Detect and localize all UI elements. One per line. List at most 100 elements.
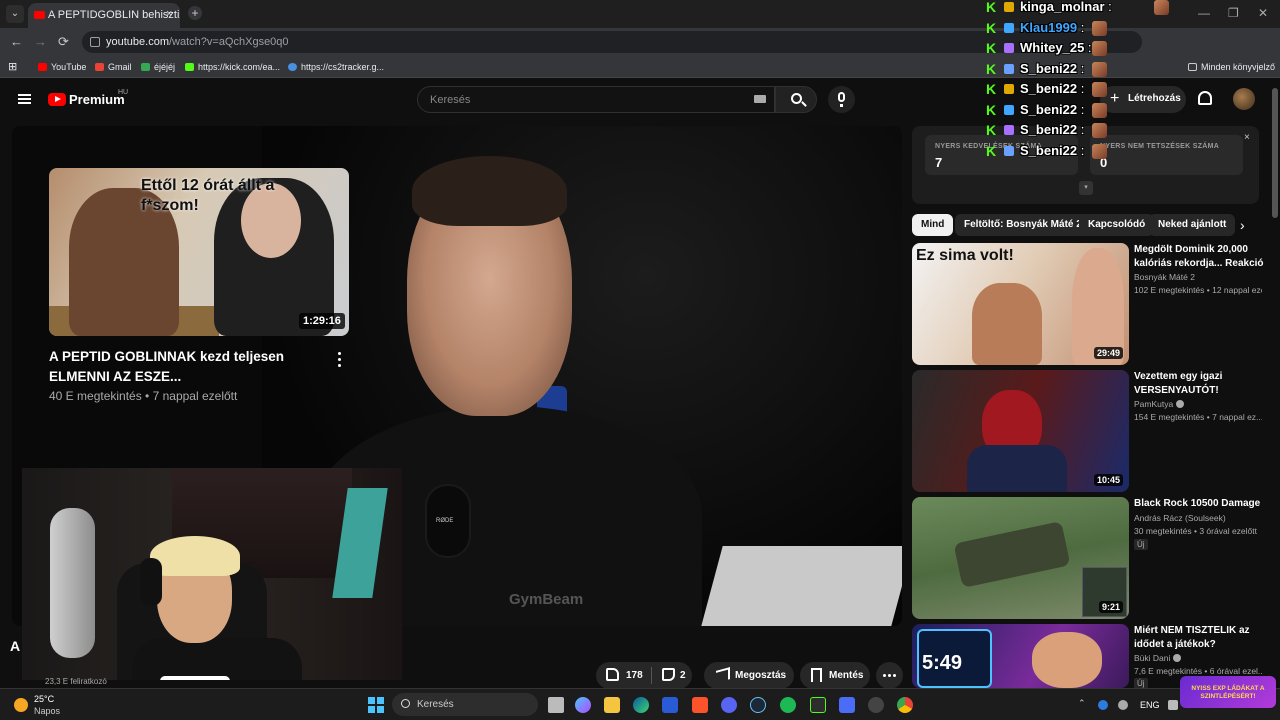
settings-gear-icon[interactable] [868,697,884,713]
bookmark-icon [811,668,822,682]
video-thumbnail[interactable]: 9:21 [912,497,1129,619]
chrome-icon[interactable] [897,697,913,713]
channel-name[interactable]: PamKutya [1134,399,1185,409]
chip-uploader[interactable]: Feltöltő: Bosnyák Máté 2 [955,214,1091,236]
new-tab-button[interactable]: + [188,6,202,20]
input-language[interactable]: ENG [1140,700,1160,710]
promo-banner[interactable]: NYISS EXP LÁDÁKAT A SZINTLÉPÉSÉRT! [1180,676,1276,708]
mic-tray-icon[interactable] [1118,700,1128,710]
app-icon[interactable] [839,697,855,713]
video-thumbnail[interactable]: 10:45 [912,370,1129,492]
tab-search-button[interactable]: ⌄ [6,5,24,23]
recommended-video[interactable]: 10:45 Vezettem egy igazi VERSENYAUTÓT! P… [912,370,1272,492]
end-screen-video-title[interactable]: A PEPTID GOBLINNAK kezd teljesen ELMENNI… [49,347,309,387]
like-count[interactable]: 178 [626,670,643,681]
video-thumbnail[interactable]: 5:49 [912,624,1129,688]
chat-emote [1154,0,1169,15]
spotify-icon[interactable] [780,697,796,713]
end-screen-video-thumbnail[interactable]: Ettől 12 órát állt a f*szom! [49,168,349,336]
page-scrollbar[interactable] [1272,88,1278,218]
bookmark-ejejej[interactable]: éjéjéj [141,62,175,72]
streamer-webcam [22,468,402,680]
file-explorer-icon[interactable] [604,697,620,713]
chevron-right-icon[interactable]: › [1240,217,1245,233]
address-bar[interactable]: youtube.com/watch?v=aQchXgse0q0 [82,31,1142,53]
active-tab[interactable]: A PEPTIDGOBLIN behisztizett R [28,3,180,28]
site-info-icon[interactable] [90,37,100,47]
onedrive-icon[interactable] [1098,700,1108,710]
chat-username: S_beni22 : [1020,60,1085,76]
weather-temperature[interactable]: 25°C [34,694,54,704]
more-actions-button[interactable] [876,662,903,689]
all-bookmarks[interactable]: Minden könyvjelző [1188,62,1275,72]
reload-button[interactable]: ⟳ [58,34,69,50]
close-icon[interactable]: × [1244,132,1250,143]
channel-name[interactable]: Bosnyák Máté 2 [1134,272,1195,282]
edge-icon[interactable] [633,697,649,713]
like-dislike-group: 178 2 [596,662,692,689]
youtube-logo-icon[interactable] [48,93,66,106]
windows-start-icon[interactable] [368,697,384,713]
chat-emote [1092,82,1107,97]
recommended-video[interactable]: Ez sima volt! 29:49 Megdölt Dominik 20,0… [912,243,1272,365]
chevron-up-icon[interactable]: ⌃ [1078,698,1088,708]
video-title[interactable]: Black Rock 10500 Damage [1134,497,1264,511]
search-button[interactable] [775,86,817,113]
chat-username: kinga_molnar : [1020,0,1112,14]
sun-icon[interactable] [14,698,28,712]
task-view-icon[interactable] [548,697,564,713]
more-options-icon[interactable] [332,352,346,370]
obs-icon[interactable] [810,697,826,713]
bookmark-kick[interactable]: https://kick.com/ea... [185,62,280,72]
back-button[interactable]: ← [10,34,23,49]
kick-icon: K [986,122,997,138]
chat-emote [1092,61,1107,77]
chip-related[interactable]: Kapcsolódó [1079,214,1155,236]
display-icon[interactable] [1168,700,1178,710]
recommended-video[interactable]: 9:21 Black Rock 10500 Damage András Rácz… [912,497,1272,619]
channel-name[interactable]: András Rácz (Soulseek) [1134,513,1226,523]
account-avatar[interactable] [1233,88,1255,110]
menu-icon[interactable] [18,94,31,104]
chevron-down-icon[interactable]: ▾ [1079,181,1093,195]
dislike-count[interactable]: 2 [680,670,686,681]
chip-all[interactable]: Mind [912,214,954,236]
minimize-button[interactable]: — [1198,6,1210,20]
bookmark-gmail[interactable]: Gmail [95,62,132,72]
keyboard-icon[interactable] [754,95,766,103]
thumbs-down-icon[interactable] [662,668,675,681]
chat-badge-icon [1004,63,1014,74]
thumbnail-caption: Ettől 12 órát állt a f*szom! [141,177,275,214]
weather-description[interactable]: Napos [34,706,60,716]
share-button[interactable]: Megosztás [704,662,794,689]
store-icon[interactable] [662,697,678,713]
chip-recommended[interactable]: Neked ajánlott [1149,214,1235,236]
voice-search-button[interactable] [828,86,855,113]
video-title[interactable]: Vezettem egy igazi VERSENYAUTÓT! [1134,370,1264,397]
video-duration: 29:49 [1093,347,1123,359]
bookmark-youtube[interactable]: YouTube [38,62,86,72]
brave-icon[interactable] [692,697,708,713]
tab-close-icon[interactable]: × [166,8,172,20]
discord-icon[interactable] [721,697,737,713]
close-window-button[interactable]: ✕ [1258,6,1268,20]
maximize-button[interactable]: ❐ [1228,6,1239,20]
notifications-bell-icon[interactable] [1198,91,1212,105]
youtube-premium-logo[interactable]: Premium [69,92,125,107]
save-button[interactable]: Mentés [800,662,870,689]
video-title[interactable]: Megdölt Dominik 20,000 kalóriás rekordja… [1134,243,1264,270]
video-meta: 30 megtekintés • 3 órával ezelőtt [1134,526,1257,536]
copilot-icon[interactable] [575,697,591,713]
search-icon [401,699,410,708]
steam-icon[interactable] [750,697,766,713]
taskbar-search[interactable]: Keresés [392,693,538,716]
video-title[interactable]: Miért NEM TISZTELIK az idődet a játékok? [1134,624,1264,651]
chat-emote [1092,143,1107,159]
apps-grid-icon[interactable]: ⊞ [8,60,17,73]
thumbs-up-icon[interactable] [606,668,619,681]
forward-button[interactable]: → [34,34,47,49]
channel-name[interactable]: Büki Dani [1134,653,1182,663]
search-input[interactable]: Keresés [417,86,775,113]
bookmark-cs2tracker[interactable]: https://cs2tracker.g... [288,62,384,72]
video-thumbnail[interactable]: Ez sima volt! 29:49 [912,243,1129,365]
